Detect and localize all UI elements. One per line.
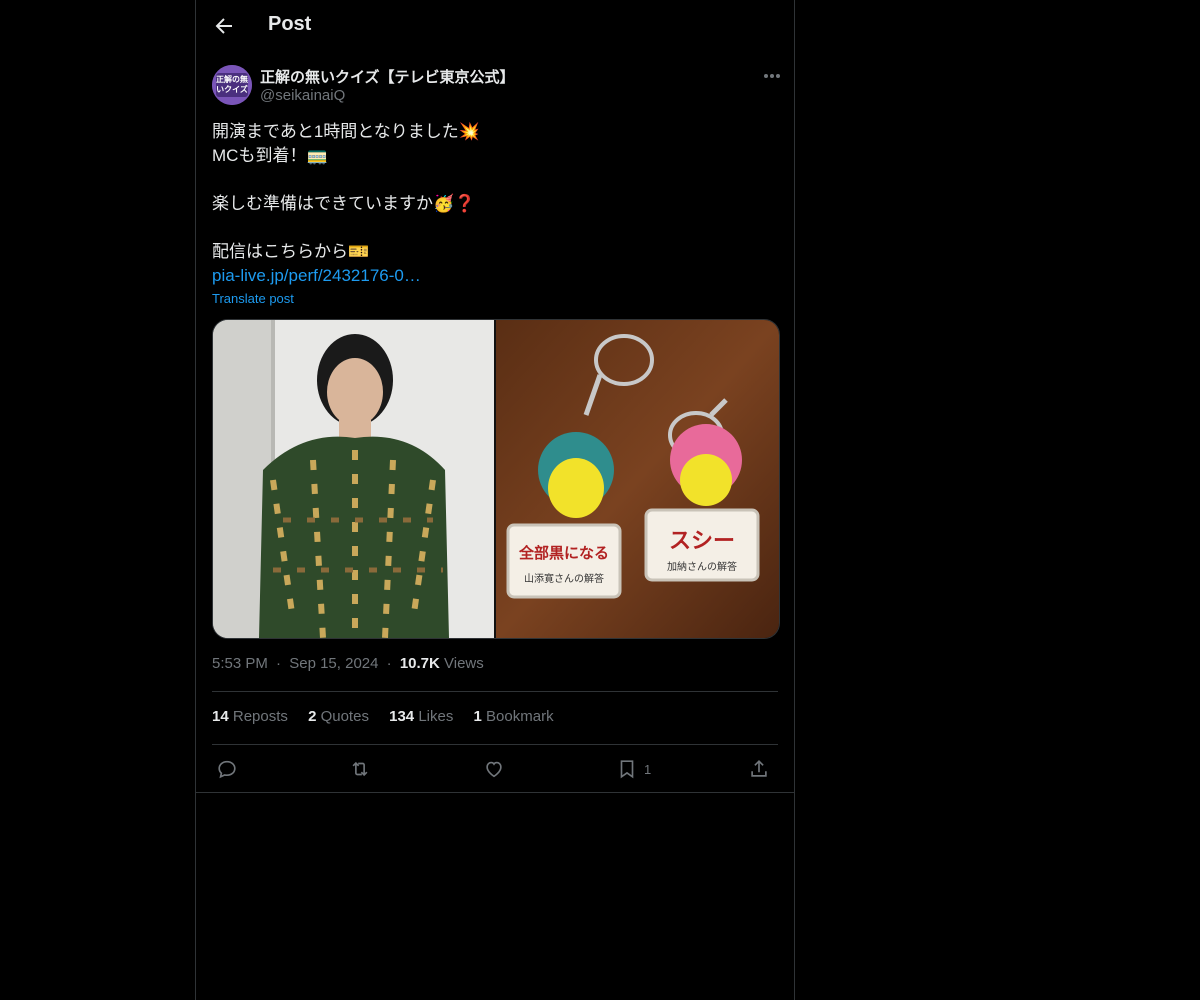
reply-icon[interactable] [216,757,238,781]
reposts-label: Reposts [232,708,288,725]
bookmarks-count: 1 [473,708,482,725]
post-text-line: 楽しむ準備はできていますか🥳❓ [212,194,476,213]
media-photo-person[interactable] [213,320,494,638]
header: Post [196,0,794,53]
meta-separator: · [276,655,282,672]
post-text-line: MCも到着！🚃 [212,146,328,165]
avatar-logo-text: 正解の無いクイズ [216,75,248,94]
bookmarks-stat[interactable]: 1 Bookmark [474,708,554,725]
divider [212,744,778,745]
share-icon[interactable] [748,757,770,781]
repost-icon[interactable] [349,757,371,781]
divider [212,691,778,692]
back-arrow-icon[interactable] [212,14,236,38]
avatar[interactable]: 正解の無いクイズ [212,65,252,105]
reposts-stat[interactable]: 14 Reposts [212,708,288,725]
media-photo-keychains[interactable]: 全部黒になる 山添寛さんの解答 スシー 加納さんの解答 [496,320,779,638]
post-media[interactable]: 全部黒になる 山添寛さんの解答 スシー 加納さんの解答 [212,319,780,639]
bookmark-icon [616,758,638,780]
post-text-line: 配信はこちらから🎫 [212,242,370,261]
keychain-right-top-text: スシー [669,529,735,554]
post-time[interactable]: 5:53 PM [212,655,268,672]
post-text-line [212,168,778,192]
post-meta: 5:53 PM · Sep 15, 2024 · 10.7K Views [212,655,484,672]
like-icon[interactable] [483,757,505,781]
likes-label: Likes [418,708,454,725]
post-actions: 1 [212,757,778,781]
post-date[interactable]: Sep 15, 2024 [289,655,378,672]
bookmark-button[interactable]: 1 [616,757,651,781]
meta-separator: · [386,655,392,672]
page-title: Post [268,13,312,35]
reposts-count: 14 [212,708,229,725]
post-link[interactable]: pia-live.jp/perf/2432176-0… [212,266,421,285]
quotes-count: 2 [308,708,317,725]
post-column: Post 正解の無いクイズ 正解の無いクイズ【テレビ東京公式】 @seikain… [195,0,795,1000]
divider [196,792,794,793]
post-text-line [212,216,778,240]
quotes-label: Quotes [320,708,369,725]
translate-post-link[interactable]: Translate post [212,291,294,306]
post-text-line: 開演まであと1時間となりました💥 [212,122,480,141]
post-author[interactable]: 正解の無いクイズ 正解の無いクイズ【テレビ東京公式】 @seikainaiQ [212,64,780,108]
post-text: 開演まであと1時間となりました💥 MCも到着！🚃 楽しむ準備はできていますか🥳❓… [212,120,778,288]
likes-stat[interactable]: 134 Likes [389,708,453,725]
views-label: Views [444,655,484,672]
bookmark-count: 1 [644,761,652,777]
views-count: 10.7K [399,655,440,672]
keychain-left-bottom-text: 山添寛さんの解答 [524,572,604,585]
author-display-name[interactable]: 正解の無いクイズ【テレビ東京公式】 [260,66,515,87]
quotes-stat[interactable]: 2 Quotes [308,708,369,725]
likes-count: 134 [389,708,415,725]
more-icon[interactable] [760,66,784,86]
keychain-left-top-text: 全部黒になる [518,544,609,562]
bookmarks-label: Bookmark [486,708,554,725]
keychain-right-bottom-text: 加納さんの解答 [667,560,737,573]
post-stats: 14 Reposts 2 Quotes 134 Likes 1 Bookmark [212,708,570,725]
author-handle[interactable]: @seikainaiQ [260,87,345,104]
